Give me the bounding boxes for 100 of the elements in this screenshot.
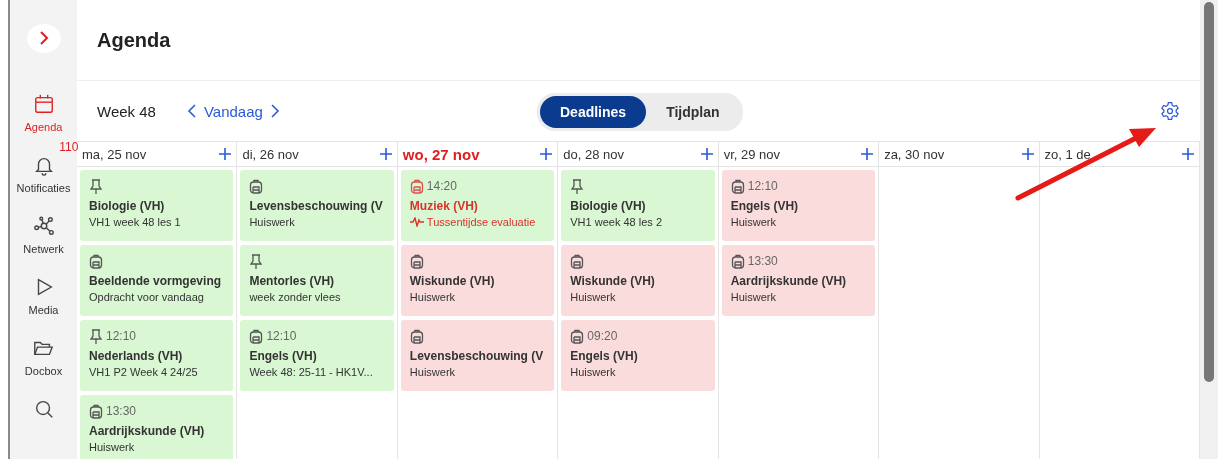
day-header: za, 30 nov xyxy=(884,146,945,162)
card-subtitle: VH1 week 48 les 2 xyxy=(570,216,662,228)
backpack-icon xyxy=(570,253,585,269)
card-subtitle: Huiswerk xyxy=(570,291,616,303)
backpack-icon xyxy=(409,328,424,344)
agenda-card[interactable]: 13:30 Aardrijkskunde (VH) Huiswerk xyxy=(721,245,876,316)
backpack-icon xyxy=(249,328,264,344)
day-header: do, 28 nov xyxy=(563,146,624,162)
card-subtitle: Huiswerk xyxy=(409,291,456,303)
time-label: 12:10 xyxy=(266,329,297,343)
add-button[interactable] xyxy=(539,147,554,161)
backpack-icon xyxy=(249,178,264,194)
card-subtitle: Week 48: 25-11 - HK1V... xyxy=(249,366,373,378)
card-title: Biologie (VH) xyxy=(570,199,647,213)
week-label: Week 48 xyxy=(97,102,156,120)
card-title: Aardrijkskunde (VH) xyxy=(89,424,206,438)
card-title: Mentorles (VH) xyxy=(249,274,336,288)
calendar-icon xyxy=(32,92,55,115)
add-button[interactable] xyxy=(1020,147,1035,161)
backpack-icon xyxy=(409,178,424,194)
agenda-card[interactable]: 14:20 Muziek (VH) Tussentijdse evaluatie xyxy=(400,170,555,241)
pin-icon xyxy=(249,253,264,269)
card-title: Levensbeschouwing (V xyxy=(249,199,384,213)
sidebar-item[interactable]: Netwerk xyxy=(15,200,72,262)
card-subtitle: Huiswerk xyxy=(249,216,295,228)
card-title: Levensbeschouwing (V xyxy=(409,349,545,363)
next-icon[interactable] xyxy=(268,103,281,119)
pin-icon xyxy=(89,328,103,344)
card-title: Muziek (VH) xyxy=(409,199,479,213)
card-subtitle: week zonder vlees xyxy=(249,291,341,303)
page-title: Agenda xyxy=(97,28,171,52)
previous-icon[interactable] xyxy=(185,103,198,119)
day-header: vr, 29 nov xyxy=(723,146,781,162)
time-label: 14:20 xyxy=(426,179,457,193)
view-tab[interactable]: Tijdplan xyxy=(646,96,740,128)
agenda-card[interactable]: Levensbeschouwing (V Huiswerk xyxy=(240,170,394,241)
card-title: Aardrijkskunde (VH) xyxy=(730,274,848,288)
backpack-icon xyxy=(730,178,745,194)
add-button[interactable] xyxy=(218,147,233,161)
time-label: 12:10 xyxy=(747,179,778,193)
agenda-card[interactable]: 09:20 Engels (VH) Huiswerk xyxy=(561,320,715,391)
card-subtitle: Huiswerk xyxy=(89,441,135,453)
pulse-icon xyxy=(409,217,424,227)
sidebar-item[interactable]: 110 Notificaties xyxy=(8,139,79,201)
day-header: ma, 25 nov xyxy=(82,146,147,162)
agenda-card[interactable]: Wiskunde (VH) Huiswerk xyxy=(400,245,555,316)
card-subtitle: VH1 P2 Week 4 24/25 xyxy=(89,366,198,378)
add-button[interactable] xyxy=(699,147,714,161)
time-label: 09:20 xyxy=(587,329,618,343)
today-link[interactable]: Vandaag xyxy=(203,102,263,120)
time-label: 13:30 xyxy=(106,404,137,418)
sidebar-item[interactable]: Agenda xyxy=(16,78,71,140)
card-subtitle: Huiswerk xyxy=(409,366,456,378)
add-button[interactable] xyxy=(378,147,393,161)
scrollbar[interactable] xyxy=(1204,2,1214,382)
card-title: Biologie (VH) xyxy=(89,199,166,213)
card-subtitle: VH1 week 48 les 1 xyxy=(89,216,181,228)
agenda-card[interactable]: 13:30 Aardrijkskunde (VH) Huiswerk xyxy=(80,395,234,459)
pin-icon xyxy=(570,178,585,194)
card-subtitle: Tussentijdse evaluatie xyxy=(426,216,536,228)
card-title: Beeldende vormgeving xyxy=(89,274,223,288)
network-icon xyxy=(32,214,55,237)
view-tab[interactable]: Deadlines xyxy=(540,96,647,128)
card-subtitle: Huiswerk xyxy=(570,366,616,378)
agenda-card[interactable]: Biologie (VH) VH1 week 48 les 1 xyxy=(80,170,234,241)
day-header: zo, 1 de xyxy=(1044,146,1091,162)
card-subtitle: Opdracht voor vandaag xyxy=(89,291,204,303)
card-title: Engels (VH) xyxy=(249,349,318,363)
pin-icon xyxy=(89,178,103,194)
sidebar-item[interactable]: Docbox xyxy=(16,322,71,384)
card-subtitle: Huiswerk xyxy=(730,291,776,303)
time-label: 13:30 xyxy=(747,254,778,268)
card-title: Wiskunde (VH) xyxy=(570,274,656,288)
card-title: Engels (VH) xyxy=(570,349,639,363)
notification-count: 110 xyxy=(59,139,79,154)
agenda-card[interactable]: Beeldende vormgeving Opdracht voor vandaag xyxy=(80,245,234,316)
add-button[interactable] xyxy=(1181,147,1195,161)
agenda-card[interactable]: 12:10 Engels (VH) Week 48: 25-11 - HK1V... xyxy=(240,320,394,391)
backpack-icon xyxy=(570,328,585,344)
agenda-card[interactable]: Mentorles (VH) week zonder vlees xyxy=(240,245,394,316)
agenda-card[interactable]: 12:10 Nederlands (VH) VH1 P2 Week 4 24/25 xyxy=(80,320,234,391)
add-button[interactable] xyxy=(860,147,875,161)
agenda-card[interactable]: Biologie (VH) VH1 week 48 les 2 xyxy=(561,170,715,241)
backpack-icon xyxy=(89,403,103,419)
card-subtitle: Huiswerk xyxy=(730,216,776,228)
sidebar-item[interactable]: Media xyxy=(20,261,67,323)
day-header: di, 26 nov xyxy=(242,146,299,162)
time-label: 12:10 xyxy=(106,329,137,343)
card-title: Engels (VH) xyxy=(730,199,800,213)
card-title: Wiskunde (VH) xyxy=(409,274,496,288)
day-header: wo, 27 nov xyxy=(402,145,480,163)
backpack-icon xyxy=(89,253,103,269)
card-title: Nederlands (VH) xyxy=(89,349,184,363)
agenda-card[interactable]: Wiskunde (VH) Huiswerk xyxy=(561,245,715,316)
agenda-card[interactable]: 12:10 Engels (VH) Huiswerk xyxy=(721,170,876,241)
settings-icon[interactable] xyxy=(1160,101,1180,121)
backpack-icon xyxy=(409,253,424,269)
backpack-icon xyxy=(730,253,745,269)
expand-button[interactable] xyxy=(26,24,61,53)
agenda-card[interactable]: Levensbeschouwing (V Huiswerk xyxy=(400,320,555,391)
